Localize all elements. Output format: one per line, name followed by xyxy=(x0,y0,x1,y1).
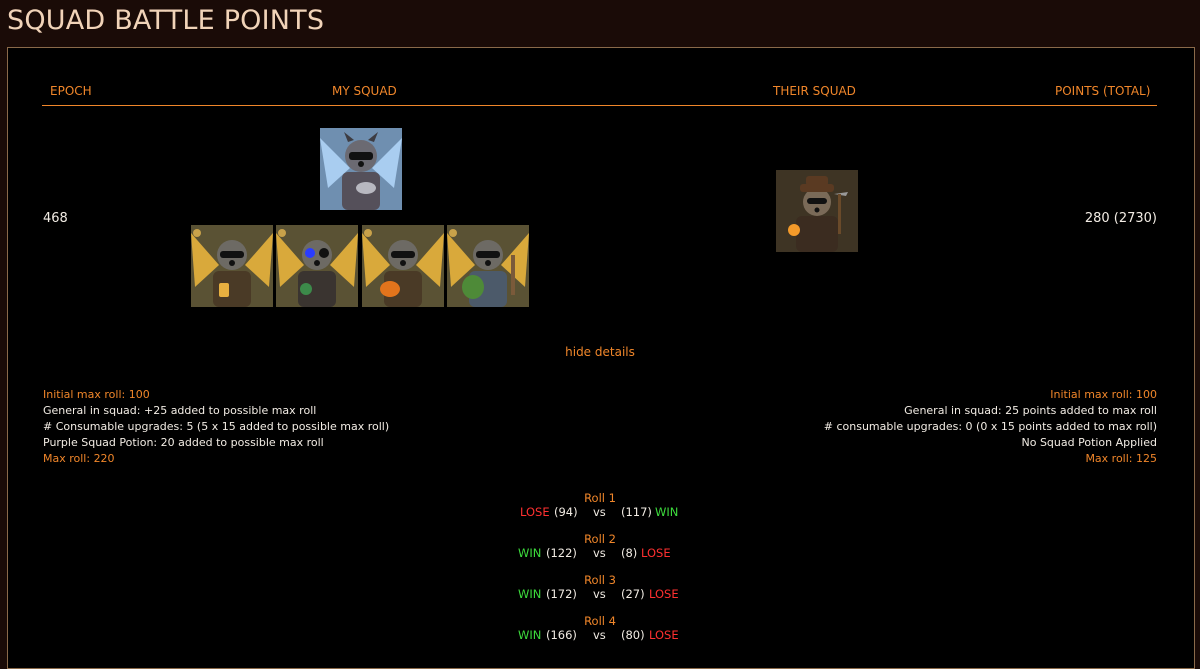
page-title: SQUAD BATTLE POINTS xyxy=(7,5,325,36)
roll-title: Roll 2 xyxy=(584,532,616,546)
header-my-squad: MY SQUAD xyxy=(332,84,397,98)
roll-left-value: (122) xyxy=(546,546,577,560)
roll-vs: vs xyxy=(593,587,606,601)
roll-right-result: LOSE xyxy=(641,546,671,560)
roll-left-result: WIN xyxy=(518,546,542,560)
roll-left-result: WIN xyxy=(518,587,542,601)
my-squad-member-3[interactable] xyxy=(362,225,444,307)
header-points: POINTS (TOTAL) xyxy=(1055,84,1151,98)
roll-1: Roll 1 LOSE (94) vs (117) WIN xyxy=(0,491,1200,519)
raccoon-gold-wings-pumpkin-image xyxy=(362,225,444,307)
raccoon-gold-wings-lantern-image xyxy=(191,225,273,307)
my-squad-member-4[interactable] xyxy=(447,225,529,307)
their-squad-details: Initial max roll: 100 General in squad: … xyxy=(824,387,1157,467)
roll-4: Roll 4 WIN (166) vs (80) LOSE xyxy=(0,614,1200,642)
roll-left-value: (172) xyxy=(546,587,577,601)
roll-right-value: (80) xyxy=(621,628,645,642)
roll-right-value: (27) xyxy=(621,587,645,601)
their-general-avatar[interactable] xyxy=(776,170,858,252)
my-general-avatar[interactable] xyxy=(320,128,402,210)
roll-left-result: WIN xyxy=(518,628,542,642)
my-squad-member-2[interactable] xyxy=(276,225,358,307)
roll-title: Roll 3 xyxy=(584,573,616,587)
roll-title: Roll 1 xyxy=(584,491,616,505)
their-consumable-upgrades: # consumable upgrades: 0 (0 x 15 points … xyxy=(823,420,1157,433)
roll-left-result: LOSE xyxy=(520,505,550,519)
hide-details-link[interactable]: hide details xyxy=(0,345,1200,359)
raccoon-gold-wings-watermelon-image xyxy=(447,225,529,307)
raccoon-blue-wings-image xyxy=(320,128,402,210)
raccoon-gold-wings-potion-image xyxy=(276,225,358,307)
roll-3: Roll 3 WIN (172) vs (27) LOSE xyxy=(0,573,1200,601)
roll-2: Roll 2 WIN (122) vs (8) LOSE xyxy=(0,532,1200,560)
their-max-roll: Max roll: 125 xyxy=(1085,452,1157,465)
roll-right-value: (117) xyxy=(621,505,652,519)
raccoon-miner-image xyxy=(776,170,858,252)
my-initial-max-roll: Initial max roll: 100 xyxy=(43,388,150,401)
roll-vs: vs xyxy=(593,628,606,642)
roll-right-result: LOSE xyxy=(649,628,679,642)
header-epoch: EPOCH xyxy=(50,84,92,98)
header-divider xyxy=(42,105,1157,106)
my-max-roll: Max roll: 220 xyxy=(43,452,115,465)
their-initial-max-roll: Initial max roll: 100 xyxy=(1050,388,1157,401)
roll-left-value: (166) xyxy=(546,628,577,642)
roll-vs: vs xyxy=(593,546,606,560)
roll-left-value: (94) xyxy=(554,505,578,519)
my-squad-details: Initial max roll: 100 General in squad: … xyxy=(43,387,389,467)
their-general-bonus: General in squad: 25 points added to max… xyxy=(904,404,1157,417)
epoch-value: 468 xyxy=(43,211,68,226)
roll-right-result: WIN xyxy=(655,505,679,519)
points-value: 280 (2730) xyxy=(1084,211,1157,226)
header-their-squad: THEIR SQUAD xyxy=(773,84,856,98)
their-squad-potion: No Squad Potion Applied xyxy=(1021,436,1157,449)
my-general-bonus: General in squad: +25 added to possible … xyxy=(43,404,317,417)
roll-right-value: (8) xyxy=(621,546,638,560)
my-squad-potion: Purple Squad Potion: 20 added to possibl… xyxy=(43,436,324,449)
roll-right-result: LOSE xyxy=(649,587,679,601)
roll-vs: vs xyxy=(593,505,606,519)
roll-title: Roll 4 xyxy=(584,614,616,628)
my-consumable-upgrades: # Consumable upgrades: 5 (5 x 15 added t… xyxy=(43,420,390,433)
my-squad-member-1[interactable] xyxy=(191,225,273,307)
